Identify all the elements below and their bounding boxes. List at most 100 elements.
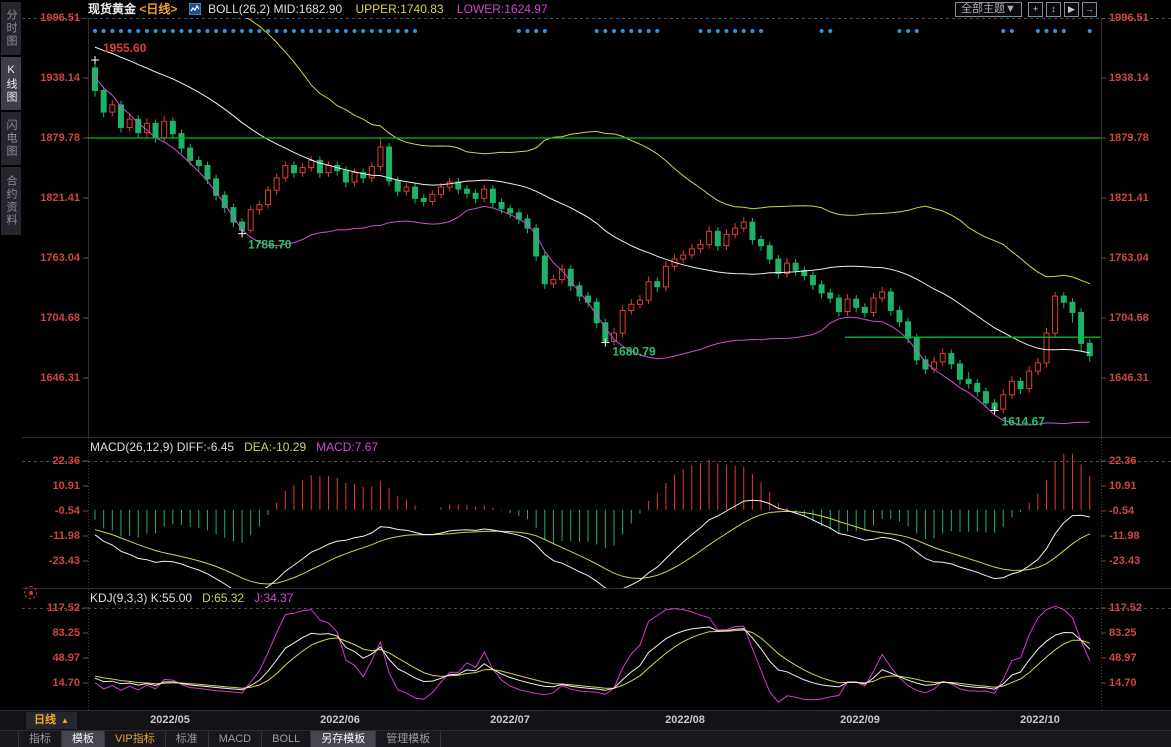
- y-axis-label: 1704.68: [22, 312, 80, 324]
- macd-header: MACD(26,12,9) DIFF:-6.45 DEA:-10.29 MACD:7…: [90, 440, 378, 454]
- signal-dots: [93, 29, 1092, 33]
- macd-lines: [95, 500, 1090, 589]
- kdj-d-value: D:65.32: [202, 591, 244, 605]
- y-axis-label: 10.91: [1109, 480, 1169, 492]
- triangle-up-icon: ▲: [61, 716, 69, 725]
- bottom-tab-templates[interactable]: 模板: [62, 731, 105, 747]
- y-axis-label: 1821.41: [22, 192, 80, 204]
- price-annotation: 1614.67: [1002, 415, 1046, 429]
- y-axis-label: 1646.31: [1109, 372, 1169, 384]
- y-axis-label: 1938.14: [22, 72, 80, 84]
- y-axis-label: 117.52: [22, 602, 80, 614]
- y-axis-label: 10.91: [22, 480, 80, 492]
- y-axis-label: -0.54: [22, 505, 80, 517]
- x-axis-label: 2022/09: [830, 714, 890, 726]
- dea-line: [95, 511, 1090, 584]
- bottom-tabs-bar: 指标模板VIP指标标准MACDBOLL另存模板管理模板: [0, 730, 1171, 747]
- x-axis-label: 2022/07: [480, 714, 540, 726]
- y-axis-label: 14.70: [1109, 677, 1169, 689]
- y-axis-label: 1879.78: [22, 132, 80, 144]
- k-line: [95, 627, 1090, 690]
- indicator-alert-icon[interactable]: [24, 586, 37, 599]
- x-axis-strip: 日线▲ 2022/05 2022/06 2022/07 2022/08 2022/09 2…: [0, 710, 1171, 730]
- kdj-svg: [22, 589, 1171, 711]
- bottom-tab-save-template[interactable]: 另存模板: [311, 731, 376, 747]
- boll-mid-line: [95, 47, 1090, 353]
- kdj-k-value: K:55.00: [151, 591, 192, 605]
- macd-bar-value: MACD:7.67: [316, 440, 378, 454]
- y-axis-label: 83.25: [1109, 627, 1169, 639]
- y-axis-label: 48.97: [22, 652, 80, 664]
- price-annotation: 1786.70: [248, 238, 292, 252]
- macd-indicator-pane[interactable]: MACD(26,12,9) DIFF:-6.45 DEA:-10.29 MACD:7…: [22, 437, 1171, 588]
- sidebar-tab-kline[interactable]: K线图: [1, 57, 21, 110]
- macd-dea-value: DEA:-10.29: [244, 440, 306, 454]
- x-axis-label: 2022/05: [140, 714, 200, 726]
- y-axis-label: 22.36: [1109, 455, 1169, 467]
- y-axis-label: 22.36: [22, 455, 80, 467]
- boll-upper-line: [95, 18, 1090, 284]
- y-axis-label: 1996.51: [22, 12, 80, 24]
- y-axis-label: -0.54: [1109, 505, 1169, 517]
- diff-line: [95, 500, 1090, 589]
- boll-bands: [95, 18, 1090, 425]
- kline-chart-pane[interactable]: 1955.601786.701680.791614.671996.511996.…: [22, 18, 1171, 437]
- y-axis-label: 1704.68: [1109, 312, 1169, 324]
- crosshair-icon[interactable]: +: [1028, 2, 1043, 17]
- kdj-j-value: J:34.37: [254, 591, 293, 605]
- x-axis-label: 2022/06: [310, 714, 370, 726]
- macd-svg: [22, 438, 1171, 589]
- x-axis-label: 2022/08: [655, 714, 715, 726]
- bottom-tab-indicators[interactable]: 指标: [18, 731, 62, 747]
- left-sidebar: 分时图 K线图 闪电图 合约资料: [0, 0, 22, 710]
- y-axis-label: 14.70: [22, 677, 80, 689]
- sidebar-tab-flash[interactable]: 闪电图: [1, 112, 21, 165]
- y-axis-label: 1938.14: [1109, 72, 1169, 84]
- boll-lower-value: LOWER:1624.97: [457, 2, 548, 16]
- bottom-tab-standard[interactable]: 标准: [166, 731, 209, 747]
- chart-header: 现货黄金 <日线> BOLL(26,2) MID:1682.90 UPPER:1…: [22, 0, 1171, 18]
- expand-right-icon[interactable]: →: [1082, 2, 1097, 17]
- y-axis-label: 1996.51: [1109, 12, 1169, 24]
- sidebar-tab-timeshare[interactable]: 分时图: [1, 2, 21, 55]
- boll-lower-line: [95, 77, 1090, 425]
- boll-upper-value: UPPER:1740.83: [356, 2, 444, 16]
- kdj-lines: [95, 606, 1090, 702]
- y-axis-label: -11.98: [1109, 530, 1169, 542]
- y-axis-label: -11.98: [22, 530, 80, 542]
- y-axis-label: 83.25: [22, 627, 80, 639]
- sidebar-tab-contract-info[interactable]: 合约资料: [1, 167, 21, 235]
- d-line: [95, 630, 1090, 688]
- bottom-tab-manage-template[interactable]: 管理模板: [376, 731, 441, 747]
- period-dropdown-button[interactable]: 日线▲: [26, 712, 77, 729]
- y-axis-label: 1646.31: [22, 372, 80, 384]
- kdj-header: KDJ(9,3,3) K:55.00 D:65.32 J:34.37: [90, 591, 293, 605]
- theme-selector-button[interactable]: 全部主题▼: [955, 2, 1022, 17]
- kline-svg: 1955.60 1786.70 1680.79 1614.67: [22, 18, 1171, 437]
- y-axis-label: -23.43: [22, 555, 80, 567]
- x-axis-label: 2022/10: [1010, 714, 1070, 726]
- period-tag: <日线>: [139, 2, 177, 16]
- y-axis-label: 48.97: [1109, 652, 1169, 664]
- price-annotation: 1955.60: [103, 41, 147, 55]
- step-forward-icon[interactable]: ▶: [1064, 2, 1079, 17]
- price-annotations: 1955.60 1786.70 1680.79 1614.67: [91, 41, 1045, 428]
- boll-mid-value: BOLL(26,2) MID:1682.90: [208, 2, 342, 16]
- bottom-tab-boll[interactable]: BOLL: [262, 731, 311, 747]
- y-axis-label: 1763.04: [1109, 252, 1169, 264]
- y-axis-label: 117.52: [1109, 602, 1169, 614]
- fit-vertical-icon[interactable]: ↕: [1046, 2, 1061, 17]
- y-axis-label: 1879.78: [1109, 132, 1169, 144]
- macd-diff-value: DIFF:-6.45: [177, 440, 234, 454]
- price-annotation: 1680.79: [612, 345, 656, 359]
- bottom-tab-vip-indicators[interactable]: VIP指标: [105, 731, 166, 747]
- y-axis-label: 1821.41: [1109, 192, 1169, 204]
- bottom-tab-macd[interactable]: MACD: [209, 731, 262, 747]
- macd-histogram: [95, 454, 1090, 549]
- kdj-indicator-pane[interactable]: KDJ(9,3,3) K:55.00 D:65.32 J:34.37 117.52 1…: [22, 588, 1171, 710]
- y-axis-label: -23.43: [1109, 555, 1169, 567]
- y-axis-label: 1763.04: [22, 252, 80, 264]
- macd-title: MACD(26,12,9): [90, 440, 173, 454]
- kdj-title: KDJ(9,3,3): [90, 591, 147, 605]
- symbol-title: 现货黄金: [88, 2, 136, 16]
